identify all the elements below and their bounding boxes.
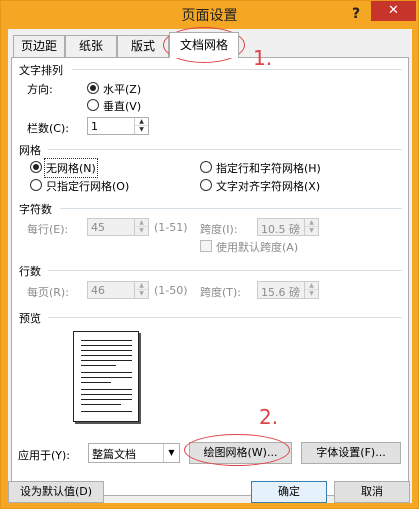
snap-to-char-grid-radio[interactable]: [200, 179, 212, 191]
preview-line: [81, 394, 132, 395]
lines-per-page-value[interactable]: 46: [91, 284, 105, 297]
title-bar: 页面设置 ? ✕: [1, 1, 418, 29]
lines-per-page-stepper[interactable]: 46 ▲ ▼: [87, 281, 149, 299]
line-and-char-grid-label[interactable]: 指定行和字符网格(H): [216, 160, 321, 176]
horizontal-radio[interactable]: [87, 82, 99, 94]
preview-line: [81, 404, 121, 405]
lines-per-page-range: (1-50): [154, 284, 188, 297]
stepper-arrows[interactable]: ▲ ▼: [134, 282, 148, 298]
stepper-arrows[interactable]: ▲ ▼: [304, 219, 318, 235]
set-default-button[interactable]: 设为默认值(D): [8, 481, 104, 503]
line-pitch-value[interactable]: 15.6 磅: [261, 284, 300, 300]
chevron-down-icon[interactable]: ▼: [163, 444, 179, 462]
group-separator: [48, 149, 402, 150]
chevron-down-icon[interactable]: ▼: [135, 126, 148, 134]
chars-per-line-value[interactable]: 45: [91, 221, 105, 234]
chevron-down-icon[interactable]: ▼: [135, 290, 148, 298]
preview-line: [81, 340, 132, 341]
text-direction-group-label: 文字排列: [19, 64, 63, 77]
line-grid-only-label[interactable]: 只指定行网格(O): [46, 178, 129, 194]
grid-group-label: 网格: [19, 144, 41, 157]
columns-stepper[interactable]: 1 ▲ ▼: [87, 117, 149, 135]
document-grid-panel: 文字排列 方向: 水平(Z) 垂直(V) 栏数(C): 1 ▲ ▼ 网格 无网格(…: [11, 57, 409, 496]
char-pitch-label: 跨度(I):: [200, 223, 238, 236]
preview-line: [81, 355, 132, 356]
stepper-arrows[interactable]: ▲ ▼: [134, 219, 148, 235]
preview-line: [81, 365, 116, 366]
help-button[interactable]: ?: [346, 4, 366, 24]
chars-per-line-stepper[interactable]: 45 ▲ ▼: [87, 218, 149, 236]
chevron-up-icon[interactable]: ▲: [135, 219, 148, 227]
preview-line: [81, 382, 111, 383]
line-pitch-stepper[interactable]: 15.6 磅 ▲ ▼: [257, 281, 319, 299]
chevron-up-icon[interactable]: ▲: [135, 282, 148, 290]
annotation-ellipse-drawing-grid: [184, 434, 290, 466]
preview-line: [81, 411, 132, 412]
characters-group-label: 字符数: [19, 203, 52, 216]
tab-document-grid[interactable]: 文档网格: [169, 32, 239, 58]
columns-label: 栏数(C):: [27, 122, 69, 135]
chevron-down-icon[interactable]: ▼: [305, 290, 318, 298]
page-setup-dialog: 页面设置 ? ✕ 页边距 纸张 版式 文档网格 文字排列 方向: 水平(Z) 垂…: [0, 0, 419, 509]
preview-line: [81, 360, 132, 361]
preview-page-thumbnail: [73, 331, 139, 422]
cancel-button[interactable]: 取消: [334, 481, 410, 503]
vertical-radio-label[interactable]: 垂直(V): [103, 98, 141, 114]
group-separator: [72, 69, 402, 70]
group-separator: [60, 208, 402, 209]
tab-paper[interactable]: 纸张: [65, 35, 117, 57]
apply-to-value[interactable]: 整篇文档: [92, 446, 136, 462]
no-grid-radio[interactable]: [30, 161, 42, 173]
tab-layout[interactable]: 版式: [117, 35, 169, 57]
stepper-arrows[interactable]: ▲ ▼: [304, 282, 318, 298]
direction-label: 方向:: [27, 83, 53, 96]
close-button[interactable]: ✕: [371, 1, 416, 21]
group-separator: [48, 270, 402, 271]
line-grid-only-radio[interactable]: [30, 179, 42, 191]
chevron-up-icon[interactable]: ▲: [305, 282, 318, 290]
line-and-char-grid-radio[interactable]: [200, 161, 212, 173]
preview-line: [81, 350, 132, 351]
char-pitch-value[interactable]: 10.5 磅: [261, 221, 300, 237]
preview-line: [81, 345, 132, 346]
stepper-arrows[interactable]: ▲ ▼: [134, 118, 148, 134]
use-default-pitch-label[interactable]: 使用默认跨度(A): [216, 239, 298, 255]
chars-per-line-range: (1-51): [154, 221, 188, 234]
columns-value[interactable]: 1: [91, 120, 98, 133]
preview-line: [81, 399, 132, 400]
horizontal-radio-label[interactable]: 水平(Z): [103, 81, 141, 97]
chevron-up-icon[interactable]: ▲: [305, 219, 318, 227]
annotation-step-1: 1.: [253, 46, 273, 70]
dialog-client-area: 页边距 纸张 版式 文档网格 文字排列 方向: 水平(Z) 垂直(V) 栏数(C…: [8, 29, 412, 503]
font-settings-button[interactable]: 字体设置(F)...: [301, 442, 401, 464]
apply-to-dropdown[interactable]: 整篇文档 ▼: [88, 443, 180, 463]
preview-line: [81, 377, 132, 378]
char-pitch-stepper[interactable]: 10.5 磅 ▲ ▼: [257, 218, 319, 236]
preview-line: [81, 372, 132, 373]
chevron-down-icon[interactable]: ▼: [305, 227, 318, 235]
chevron-up-icon[interactable]: ▲: [135, 118, 148, 126]
apply-to-label: 应用于(Y):: [18, 449, 71, 462]
group-separator: [48, 317, 402, 318]
use-default-pitch-checkbox[interactable]: [200, 240, 212, 252]
no-grid-radio-label[interactable]: 无网格(N): [44, 158, 98, 178]
snap-to-char-grid-label[interactable]: 文字对齐字符网格(X): [216, 178, 320, 194]
chars-per-line-label: 每行(E):: [27, 223, 69, 236]
preview-group-label: 预览: [19, 312, 41, 325]
line-pitch-label: 跨度(T):: [200, 286, 242, 299]
lines-group-label: 行数: [19, 265, 41, 278]
preview-line: [81, 389, 132, 390]
vertical-radio[interactable]: [87, 99, 99, 111]
ok-button[interactable]: 确定: [251, 481, 327, 503]
annotation-step-2: 2.: [259, 405, 279, 429]
chevron-down-icon[interactable]: ▼: [135, 227, 148, 235]
lines-per-page-label: 每页(R):: [27, 286, 69, 299]
tab-margins[interactable]: 页边距: [13, 35, 65, 57]
